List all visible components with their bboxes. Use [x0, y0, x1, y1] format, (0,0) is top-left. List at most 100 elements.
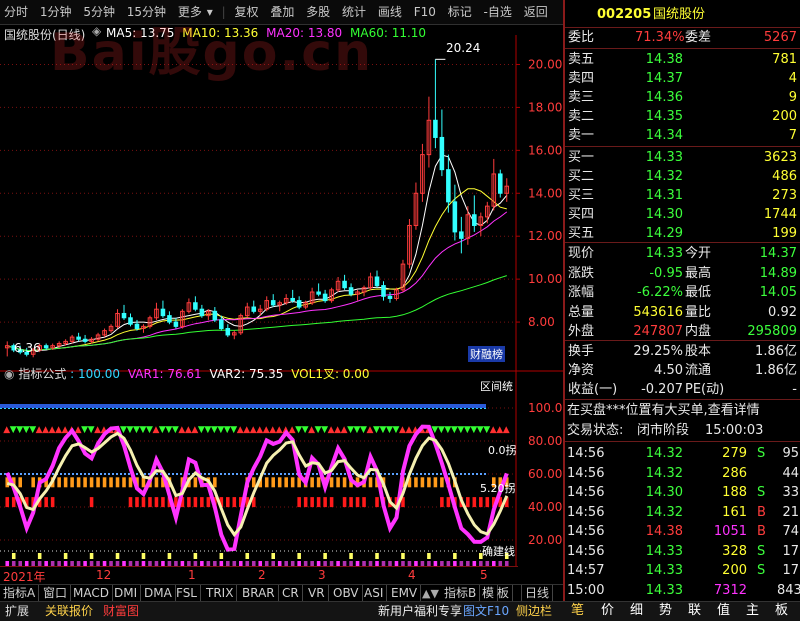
candle-body: [173, 321, 179, 327]
candle-body: [193, 302, 198, 310]
bid-row[interactable]: 买二 14.32 486: [565, 167, 800, 186]
status-promo[interactable]: 新用户福利专享: [375, 602, 465, 621]
stat-row: 外盘 247807 内盘 295809: [568, 324, 797, 339]
tab-daily[interactable]: 日线: [521, 585, 554, 602]
tb-mark[interactable]: 标记: [448, 0, 472, 24]
bid-row[interactable]: 买五 14.29 199: [565, 224, 800, 243]
candle-body: [225, 328, 231, 336]
kline-chart[interactable]: 20.00 18.00 16.00 14.00 12.00 10.00 8.00 100.00…: [0, 25, 563, 605]
qtab-value[interactable]: 值: [709, 601, 738, 620]
band-bar: [323, 497, 327, 508]
ask-row[interactable]: 卖二 14.35 200: [565, 107, 800, 126]
candle-body: [381, 285, 386, 297]
band-bar: [135, 497, 139, 508]
y-tick-label: 40.00: [528, 500, 562, 514]
bid-row[interactable]: 买四 14.30 1744: [565, 205, 800, 224]
tb-timeshare[interactable]: 分时: [4, 0, 28, 24]
ask-price: 14.35: [645, 109, 683, 124]
band-bar: [251, 477, 256, 488]
tab-indicator-b[interactable]: 指标B: [441, 585, 481, 602]
candle-body: [296, 300, 302, 308]
tab-macd[interactable]: MACD: [70, 585, 113, 602]
tab-window[interactable]: 窗口: [40, 585, 72, 602]
qtab-detail[interactable]: 细: [622, 601, 651, 620]
low-price-label: 6.36: [14, 341, 41, 355]
candle-body: [199, 308, 205, 317]
tb-watchlist[interactable]: -自选: [484, 0, 512, 24]
qtab-linked[interactable]: 联: [680, 601, 709, 620]
band-bar: [44, 497, 48, 508]
candle-body: [342, 280, 347, 289]
tab-dma[interactable]: DMA: [141, 585, 176, 602]
tab-obv[interactable]: OBV: [330, 585, 363, 602]
band-bar: [232, 497, 237, 508]
qtab-trend[interactable]: 势: [651, 601, 680, 620]
bottom-bar: [375, 553, 379, 559]
stat-value: 1.86亿: [755, 363, 797, 378]
tab-cr[interactable]: CR: [279, 585, 303, 602]
status-related-quote[interactable]: 关联报价: [42, 602, 96, 621]
bid-volume: 3623: [763, 150, 797, 165]
band-bar: [303, 497, 308, 508]
band-bar: [329, 477, 334, 488]
ma-line: [7, 188, 507, 352]
tab-emv[interactable]: EMV: [388, 585, 422, 602]
band-bar: [115, 477, 120, 488]
bid-row[interactable]: 买三 14.31 273: [565, 186, 800, 205]
ask-row[interactable]: 卖一 14.34 7: [565, 126, 800, 145]
tb-f10[interactable]: F10: [414, 0, 436, 24]
ask-row[interactable]: 卖五 14.38 781: [565, 50, 800, 69]
tb-draw[interactable]: 画线: [378, 0, 402, 24]
tab-fsl[interactable]: FSL: [173, 585, 201, 602]
tab-vr[interactable]: VR: [305, 585, 329, 602]
status-sidebar[interactable]: 侧边栏: [513, 602, 555, 621]
status-wealth-chart[interactable]: 财富图: [100, 602, 142, 621]
bid-row[interactable]: 买一 14.33 3623: [565, 148, 800, 167]
tab-board[interactable]: 板: [494, 585, 514, 602]
indicator-menu-icon[interactable]: ◉: [4, 367, 14, 381]
band-bar: [362, 497, 366, 508]
band-bar: [420, 477, 425, 488]
ma-line: [7, 211, 508, 352]
interval-stats-tag[interactable]: 区间统: [480, 378, 513, 394]
candle-body: [439, 136, 445, 171]
band-bar: [368, 477, 373, 488]
tab-brar[interactable]: BRAR: [239, 585, 279, 602]
bid-volume: 486: [772, 169, 797, 184]
tab-indicator-a[interactable]: 指标A: [0, 585, 40, 602]
y-tick-label: 18.00: [528, 100, 562, 114]
ask-row[interactable]: 卖四 14.37 4: [565, 69, 800, 88]
bottom-bar: [219, 553, 224, 559]
indicator-name[interactable]: 指标公式: [18, 367, 66, 381]
band-bar: [264, 477, 269, 488]
qtab-main[interactable]: 主: [738, 601, 767, 620]
qtab-price[interactable]: 价: [593, 601, 622, 620]
ask-volume: 200: [772, 109, 797, 124]
tab-scroll-arrows-icon[interactable]: ▲▼: [422, 585, 439, 602]
fortune-badge[interactable]: 财融榜: [468, 346, 505, 362]
band-bar: [297, 497, 301, 508]
tick-price: 14.38: [645, 524, 683, 539]
tb-back[interactable]: 返回: [524, 0, 548, 24]
ask-volume: 9: [788, 90, 797, 105]
bigorder-notice[interactable]: 在买盘***位置有大买单,查看详情: [565, 401, 800, 420]
stat-row: 涨跌 -0.95 最高 14.89: [568, 265, 797, 281]
ask-price: 14.36: [645, 90, 683, 105]
candle-body: [316, 291, 321, 295]
candle-body: [82, 338, 88, 342]
stat-value: 14.33: [645, 246, 683, 261]
tick-row: 14:56 14.38 1051 B 74: [565, 522, 800, 541]
tick-time: 14:56: [567, 504, 605, 520]
status-f10[interactable]: 图文F10: [460, 602, 512, 621]
status-expand[interactable]: 扩展: [2, 602, 32, 621]
qtab-ticks[interactable]: 笔: [563, 601, 592, 620]
tab-trix[interactable]: TRIX: [203, 585, 238, 602]
tick-count: 17: [782, 563, 799, 578]
bottom-bar: [427, 553, 431, 559]
ask-row[interactable]: 卖三 14.36 9: [565, 88, 800, 107]
qtab-board[interactable]: 板: [767, 601, 796, 620]
stat-value: 14.05: [759, 285, 797, 300]
tab-asi[interactable]: ASI: [361, 585, 388, 602]
ask-volume: 781: [772, 52, 797, 67]
tab-dmi[interactable]: DMI: [111, 585, 142, 602]
